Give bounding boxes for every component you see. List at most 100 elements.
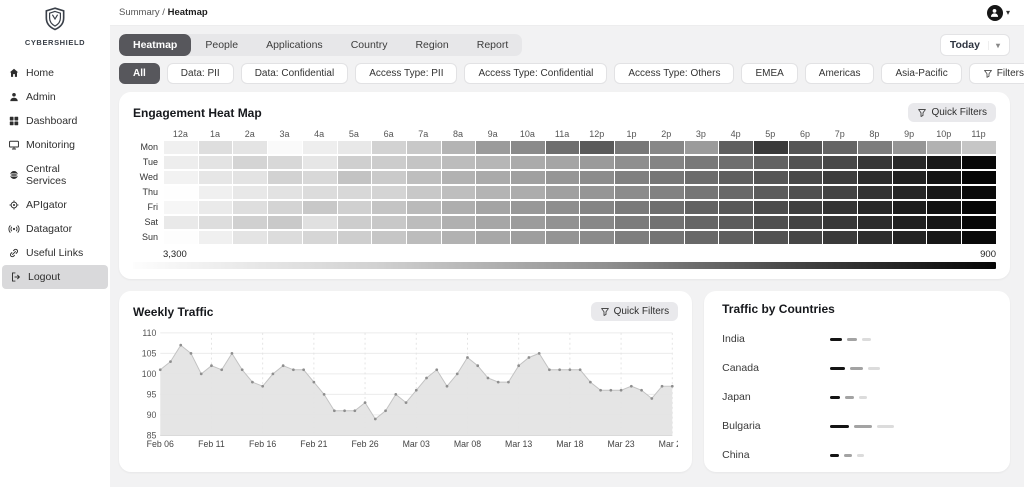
heatmap-cell[interactable]: [893, 141, 927, 154]
heatmap-cell[interactable]: [719, 201, 753, 214]
heatmap-cell[interactable]: [719, 231, 753, 244]
heatmap-cell[interactable]: [372, 156, 406, 169]
heatmap-cell[interactable]: [823, 231, 857, 244]
sidebar-item-logout[interactable]: Logout: [2, 265, 108, 289]
heatmap-cell[interactable]: [303, 141, 337, 154]
heatmap-cell[interactable]: [233, 186, 267, 199]
traffic-quick-filters-button[interactable]: Quick Filters: [591, 302, 679, 321]
heatmap-cell[interactable]: [164, 216, 198, 229]
heatmap-cell[interactable]: [164, 231, 198, 244]
heatmap-cell[interactable]: [233, 156, 267, 169]
heatmap-cell[interactable]: [823, 216, 857, 229]
heatmap-cell[interactable]: [511, 216, 545, 229]
heatmap-cell[interactable]: [268, 216, 302, 229]
heatmap-cell[interactable]: [858, 141, 892, 154]
user-menu[interactable]: ▾: [987, 5, 1010, 21]
heatmap-cell[interactable]: [442, 201, 476, 214]
heatmap-cell[interactable]: [927, 186, 961, 199]
heatmap-cell[interactable]: [372, 201, 406, 214]
heatmap-cell[interactable]: [199, 201, 233, 214]
heatmap-cell[interactable]: [685, 141, 719, 154]
heatmap-cell[interactable]: [199, 231, 233, 244]
heatmap-cell[interactable]: [268, 141, 302, 154]
heatmap-cell[interactable]: [858, 186, 892, 199]
filter-chip-data-pii[interactable]: Data: PII: [167, 63, 234, 84]
heatmap-cell[interactable]: [754, 201, 788, 214]
heatmap-cell[interactable]: [927, 141, 961, 154]
heatmap-cell[interactable]: [823, 186, 857, 199]
heatmap-cell[interactable]: [615, 156, 649, 169]
heatmap-cell[interactable]: [303, 171, 337, 184]
date-range-button[interactable]: Today ▾: [940, 34, 1010, 56]
heatmap-cell[interactable]: [615, 186, 649, 199]
heatmap-cell[interactable]: [858, 216, 892, 229]
heatmap-cell[interactable]: [893, 231, 927, 244]
heatmap-cell[interactable]: [650, 156, 684, 169]
heatmap-cell[interactable]: [511, 171, 545, 184]
heatmap-cell[interactable]: [754, 141, 788, 154]
heatmap-cell[interactable]: [407, 231, 441, 244]
heatmap-cell[interactable]: [199, 171, 233, 184]
heatmap-cell[interactable]: [476, 231, 510, 244]
heatmap-cell[interactable]: [754, 171, 788, 184]
heatmap-cell[interactable]: [893, 156, 927, 169]
heatmap-cell[interactable]: [580, 141, 614, 154]
heatmap-cell[interactable]: [789, 201, 823, 214]
heatmap-cell[interactable]: [962, 171, 996, 184]
filter-chip-all[interactable]: All: [119, 63, 160, 84]
heatmap-cell[interactable]: [407, 171, 441, 184]
heatmap-cell[interactable]: [650, 186, 684, 199]
heatmap-cell[interactable]: [754, 156, 788, 169]
heatmap-cell[interactable]: [476, 171, 510, 184]
tab-heatmap[interactable]: Heatmap: [119, 34, 191, 56]
tab-applications[interactable]: Applications: [252, 34, 337, 56]
filter-chip-access-type-others[interactable]: Access Type: Others: [614, 63, 734, 84]
heatmap-cell[interactable]: [823, 156, 857, 169]
heatmap-cell[interactable]: [338, 156, 372, 169]
heatmap-cell[interactable]: [511, 201, 545, 214]
heatmap-cell[interactable]: [233, 141, 267, 154]
heatmap-cell[interactable]: [233, 201, 267, 214]
heatmap-cell[interactable]: [580, 231, 614, 244]
heatmap-cell[interactable]: [546, 186, 580, 199]
heatmap-cell[interactable]: [580, 156, 614, 169]
heatmap-cell[interactable]: [927, 171, 961, 184]
tab-region[interactable]: Region: [401, 34, 462, 56]
heatmap-cell[interactable]: [789, 141, 823, 154]
heatmap-cell[interactable]: [719, 141, 753, 154]
tab-country[interactable]: Country: [337, 34, 402, 56]
heatmap-cell[interactable]: [719, 156, 753, 169]
heatmap-cell[interactable]: [164, 171, 198, 184]
heatmap-cell[interactable]: [546, 216, 580, 229]
heatmap-cell[interactable]: [511, 156, 545, 169]
heatmap-cell[interactable]: [789, 231, 823, 244]
heatmap-cell[interactable]: [407, 141, 441, 154]
filter-chip-access-type-confidential[interactable]: Access Type: Confidential: [464, 63, 607, 84]
heatmap-cell[interactable]: [893, 186, 927, 199]
heatmap-cell[interactable]: [372, 216, 406, 229]
heatmap-cell[interactable]: [893, 216, 927, 229]
heatmap-cell[interactable]: [372, 231, 406, 244]
heatmap-cell[interactable]: [685, 201, 719, 214]
filter-chip-emea[interactable]: EMEA: [741, 63, 797, 84]
heatmap-cell[interactable]: [754, 216, 788, 229]
heatmap-cell[interactable]: [546, 141, 580, 154]
heatmap-cell[interactable]: [615, 201, 649, 214]
heatmap-cell[interactable]: [823, 171, 857, 184]
heatmap-cell[interactable]: [823, 141, 857, 154]
heatmap-cell[interactable]: [268, 231, 302, 244]
sidebar-item-apigator[interactable]: APIgator: [0, 193, 110, 217]
heatmap-cell[interactable]: [685, 231, 719, 244]
heatmap-cell[interactable]: [685, 171, 719, 184]
heatmap-cell[interactable]: [927, 156, 961, 169]
heatmap-cell[interactable]: [372, 141, 406, 154]
heatmap-cell[interactable]: [789, 216, 823, 229]
heatmap-cell[interactable]: [893, 201, 927, 214]
heatmap-cell[interactable]: [164, 141, 198, 154]
breadcrumb-root[interactable]: Summary: [119, 7, 160, 18]
filter-chip-data-confidential[interactable]: Data: Confidential: [241, 63, 349, 84]
heatmap-cell[interactable]: [511, 186, 545, 199]
filter-chip-filters[interactable]: Filters: [969, 63, 1024, 84]
heatmap-cell[interactable]: [650, 216, 684, 229]
heatmap-cell[interactable]: [268, 201, 302, 214]
